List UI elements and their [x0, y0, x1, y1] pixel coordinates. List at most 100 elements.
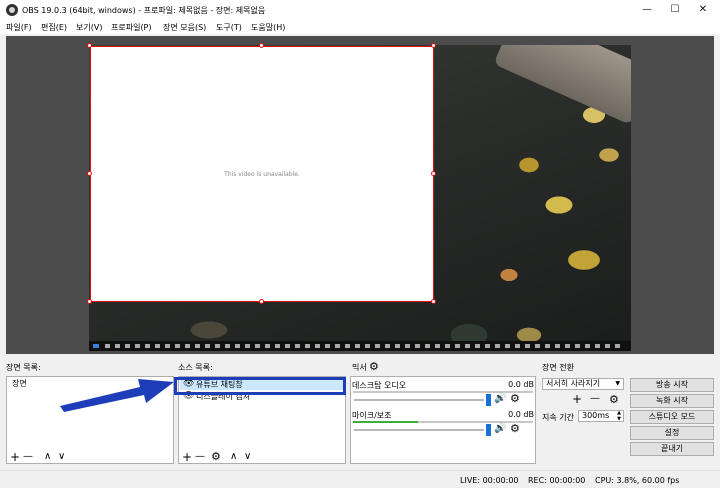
taskbar-icon — [165, 344, 170, 348]
resize-handle[interactable] — [431, 299, 436, 304]
taskbar-icon — [195, 344, 200, 348]
sources-toolbar: + — ⚙ ∧ ∨ — [178, 450, 346, 464]
exit-button[interactable]: 끝내기 — [630, 442, 714, 456]
youtube-chat-source-box[interactable]: This video is unavailable. — [90, 46, 434, 302]
remove-source-button[interactable]: — — [195, 450, 205, 464]
settings-button[interactable]: 설정 — [630, 426, 714, 440]
taskbar-icon — [345, 344, 350, 348]
speaker-icon[interactable]: 🔊 — [494, 423, 506, 434]
taskbar-icon — [545, 344, 550, 348]
channel-name: 데스크탑 오디오 — [352, 381, 407, 390]
channel-gear-icon[interactable]: ⚙ — [510, 422, 520, 435]
taskbar-icon — [155, 344, 160, 348]
menu-bar: 파일(F) 편집(E) 보기(V) 프로파일(P) 장면 모음(S) 도구(T)… — [0, 20, 720, 34]
resize-handle[interactable] — [87, 171, 92, 176]
studio-mode-button[interactable]: 스튜디오 모드 — [630, 410, 714, 424]
wood-log-image — [493, 45, 631, 125]
taskbar-icon — [175, 344, 180, 348]
menu-tools[interactable]: 도구(T) — [216, 22, 242, 33]
menu-help[interactable]: 도움말(H) — [251, 22, 285, 33]
taskbar-icon — [615, 344, 620, 348]
menu-file[interactable]: 파일(F) — [6, 22, 32, 33]
resize-handle[interactable] — [431, 43, 436, 48]
transition-select[interactable]: 서서히 사라지기 ▼ — [542, 378, 624, 390]
taskbar-icon — [425, 344, 430, 348]
taskbar-icon — [215, 344, 220, 348]
taskbar-icon — [395, 344, 400, 348]
channel-name: 마이크/보조 — [352, 411, 392, 420]
transition-gear-icon[interactable]: ⚙ — [609, 393, 619, 406]
start-streaming-button[interactable]: 방송 시작 — [630, 378, 714, 392]
taskbar-icon — [315, 344, 320, 348]
taskbar-icon — [555, 344, 560, 348]
close-button[interactable]: ✕ — [689, 0, 717, 20]
mixer-channel-desktop-audio: 데스크탑 오디오 0.0 dB 🔊 ⚙ — [352, 380, 534, 408]
taskbar-icon — [475, 344, 480, 348]
mixer-channel-mic-aux: 마이크/보조 0.0 dB 🔊 ⚙ — [352, 410, 534, 438]
duration-value: 300ms — [582, 411, 610, 420]
move-source-up-button[interactable]: ∧ — [230, 450, 237, 464]
menu-view[interactable]: 보기(V) — [76, 22, 102, 33]
remove-scene-button[interactable]: — — [23, 450, 33, 464]
obs-app-icon — [6, 4, 18, 16]
resize-handle[interactable] — [431, 171, 436, 176]
scenes-toolbar: + — ∧ ∨ — [6, 450, 174, 464]
start-recording-button[interactable]: 녹화 시작 — [630, 394, 714, 408]
start-icon — [93, 344, 99, 348]
channel-gear-icon[interactable]: ⚙ — [510, 392, 520, 405]
taskbar-icon — [595, 344, 600, 348]
resize-handle[interactable] — [259, 299, 264, 304]
taskbar-icon — [335, 344, 340, 348]
move-scene-up-button[interactable]: ∧ — [44, 450, 51, 464]
resize-handle[interactable] — [87, 299, 92, 304]
status-bar: LIVE: 00:00:00 REC: 00:00:00 CPU: 3.8%, … — [0, 470, 720, 488]
duration-label: 지속 기간 — [542, 413, 574, 422]
taskbar-icon — [125, 344, 130, 348]
resize-handle[interactable] — [87, 43, 92, 48]
taskbar-icon — [575, 344, 580, 348]
volume-slider[interactable] — [354, 399, 484, 401]
taskbar-icon — [105, 344, 110, 348]
resize-handle[interactable] — [259, 43, 264, 48]
menu-profile[interactable]: 프로파일(P) — [111, 22, 152, 33]
taskbar-icon — [355, 344, 360, 348]
duration-spinbox[interactable]: 300ms ▲ ▼ — [578, 410, 624, 422]
taskbar-icon — [435, 344, 440, 348]
taskbar-icon — [455, 344, 460, 348]
remove-transition-button[interactable]: — — [590, 393, 600, 404]
taskbar-icon — [365, 344, 370, 348]
menu-edit[interactable]: 편집(E) — [41, 22, 67, 33]
add-source-button[interactable]: + — [182, 450, 192, 464]
taskbar-icon — [305, 344, 310, 348]
cpu-status: CPU: 3.8%, 60.00 fps — [595, 476, 680, 485]
taskbar-icon — [375, 344, 380, 348]
source-properties-gear-icon[interactable]: ⚙ — [211, 450, 221, 464]
spin-arrows-icon[interactable]: ▲ ▼ — [617, 410, 621, 422]
maximize-button[interactable]: ☐ — [661, 0, 689, 20]
add-transition-button[interactable]: + — [572, 392, 582, 406]
rec-status: REC: 00:00:00 — [528, 476, 586, 485]
taskbar-icon — [325, 344, 330, 348]
mixer-gear-icon[interactable]: ⚙ — [369, 360, 379, 373]
minimize-button[interactable]: — — [633, 0, 661, 20]
volume-slider-thumb[interactable] — [486, 424, 491, 436]
annotation-highlight-box — [174, 377, 346, 395]
chevron-down-icon: ▼ — [615, 380, 620, 387]
title-bar: OBS 19.0.3 (64bit, windows) - 프로파일: 제목없음… — [0, 0, 720, 20]
video-unavailable-text: This video is unavailable. — [224, 171, 300, 178]
taskbar-icon — [535, 344, 540, 348]
window-title: OBS 19.0.3 (64bit, windows) - 프로파일: 제목없음… — [22, 6, 266, 15]
scenes-title: 장면 목록: — [6, 363, 41, 372]
taskbar-icon — [405, 344, 410, 348]
add-scene-button[interactable]: + — [10, 450, 20, 464]
speaker-icon[interactable]: 🔊 — [494, 393, 506, 404]
volume-slider-thumb[interactable] — [486, 394, 491, 406]
move-scene-down-button[interactable]: ∨ — [58, 450, 65, 464]
menu-scene-collection[interactable]: 장면 모음(S) — [163, 22, 206, 33]
channel-db: 0.0 dB — [508, 410, 534, 419]
volume-slider[interactable] — [354, 429, 484, 431]
captured-taskbar — [89, 341, 631, 351]
move-source-down-button[interactable]: ∨ — [244, 450, 251, 464]
taskbar-icon — [225, 344, 230, 348]
taskbar-icon — [505, 344, 510, 348]
